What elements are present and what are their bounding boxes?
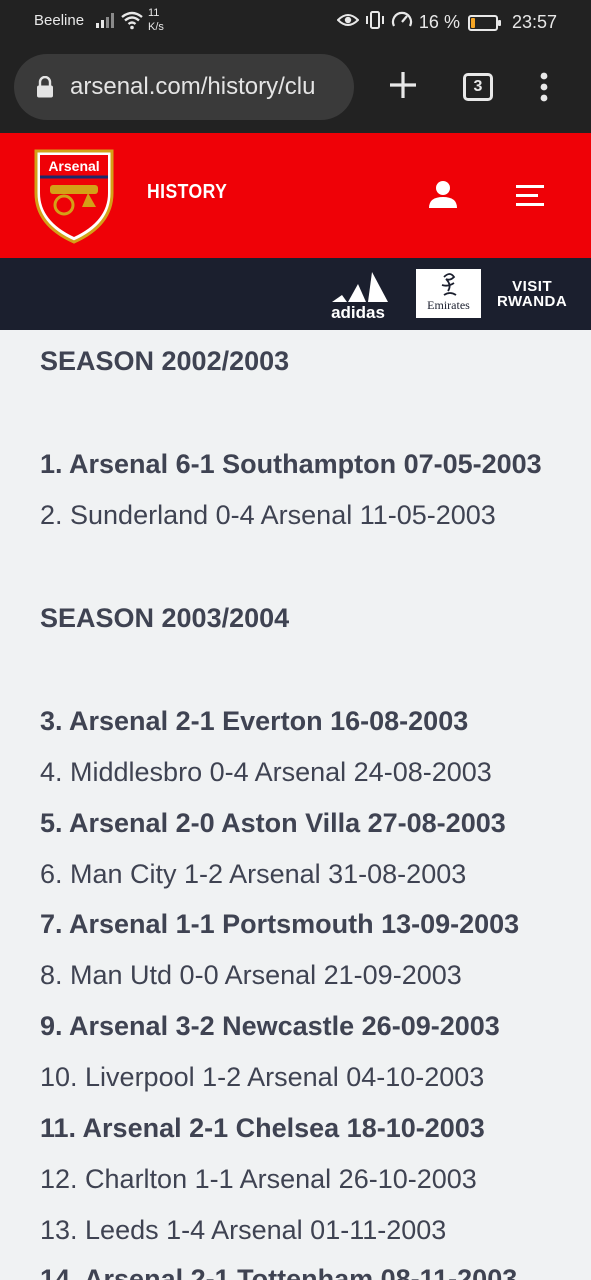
match-line: 14. Arsenal 2-1 Tottenham 08-11-2003: [40, 1264, 518, 1280]
browser-menu-button[interactable]: [536, 71, 552, 103]
match-line: 1. Arsenal 6-1 Southampton 07-05-2003: [40, 449, 542, 479]
signal-icon: [96, 12, 116, 33]
match-line: 6. Man City 1-2 Arsenal 31-08-2003: [40, 859, 467, 889]
match-line: 13. Leeds 1-4 Arsenal 01-11-2003: [40, 1215, 447, 1245]
lock-icon: [36, 75, 54, 98]
more-vertical-icon: [540, 72, 548, 102]
status-bar: Beeline 11 K/s 16 % 23:57: [0, 0, 591, 42]
page-section-title[interactable]: HISTORY: [147, 181, 227, 204]
match-line: 11. Arsenal 2-1 Chelsea 18-10-2003: [40, 1113, 485, 1143]
adidas-wordmark: adidas: [331, 303, 385, 320]
account-button[interactable]: [428, 179, 458, 209]
match-line: 4. Middlesbro 0-4 Arsenal 24-08-2003: [40, 757, 492, 787]
plus-icon: [390, 72, 416, 98]
crest-text: Arsenal: [48, 158, 99, 174]
emirates-logo[interactable]: Emirates: [416, 269, 481, 318]
season-heading: SEASON 2002/2003: [40, 346, 290, 376]
match-line: 8. Man Utd 0-0 Arsenal 21-09-2003: [40, 960, 462, 990]
status-right-group: 16 % 23:57: [336, 10, 557, 35]
eye-icon: [336, 12, 360, 33]
network-speed-value: 11: [148, 7, 160, 19]
sponsor-bar: adidas Emirates VISIT RWANDA: [0, 258, 591, 330]
battery-percent: 16 %: [418, 12, 460, 32]
match-line: 2. Sunderland 0-4 Arsenal 11-05-2003: [40, 500, 496, 530]
tab-switcher-button[interactable]: 3: [463, 73, 493, 101]
match-line: 5. Arsenal 2-0 Aston Villa 27-08-2003: [40, 808, 506, 838]
visit-rwanda-logo[interactable]: VISIT RWANDA: [497, 279, 567, 309]
user-icon: [429, 181, 457, 208]
visit-rwanda-line2: RWANDA: [497, 293, 568, 310]
emirates-wordmark: Emirates: [427, 298, 470, 312]
network-speed-unit: K/s: [148, 21, 164, 33]
vibrate-icon: [365, 10, 385, 35]
site-menu-button[interactable]: [516, 185, 546, 207]
address-bar[interactable]: arsenal.com/history/clu: [14, 54, 354, 120]
speedometer-icon: [391, 10, 413, 35]
url-text[interactable]: arsenal.com/history/clu: [70, 73, 315, 101]
match-line: 3. Arsenal 2-1 Everton 16-08-2003: [40, 706, 469, 736]
match-line: 9. Arsenal 3-2 Newcastle 26-09-2003: [40, 1011, 500, 1041]
browser-toolbar: arsenal.com/history/clu 3: [0, 42, 591, 133]
network-speed: 11 K/s: [148, 6, 164, 34]
season-heading: SEASON 2003/2004: [40, 603, 290, 633]
battery-level-fill: [470, 17, 475, 28]
match-line: 10. Liverpool 1-2 Arsenal 04-10-2003: [40, 1062, 485, 1092]
clock: 23:57: [511, 12, 557, 32]
arsenal-crest-logo[interactable]: Arsenal: [30, 147, 118, 245]
new-tab-button[interactable]: [386, 68, 420, 102]
match-line: 7. Arsenal 1-1 Portsmouth 13-09-2003: [40, 909, 520, 939]
match-line: 12. Charlton 1-1 Arsenal 26-10-2003: [40, 1164, 477, 1194]
adidas-logo[interactable]: adidas: [322, 270, 394, 322]
hamburger-menu-icon: [516, 185, 544, 206]
emirates-calligraphy-icon: [441, 273, 457, 296]
battery-icon: [467, 14, 501, 31]
site-header: Arsenal HISTORY: [0, 133, 591, 258]
carrier-name: Beeline: [34, 12, 85, 29]
wifi-icon: [120, 10, 144, 35]
visit-rwanda-line1: VISIT: [512, 278, 553, 295]
